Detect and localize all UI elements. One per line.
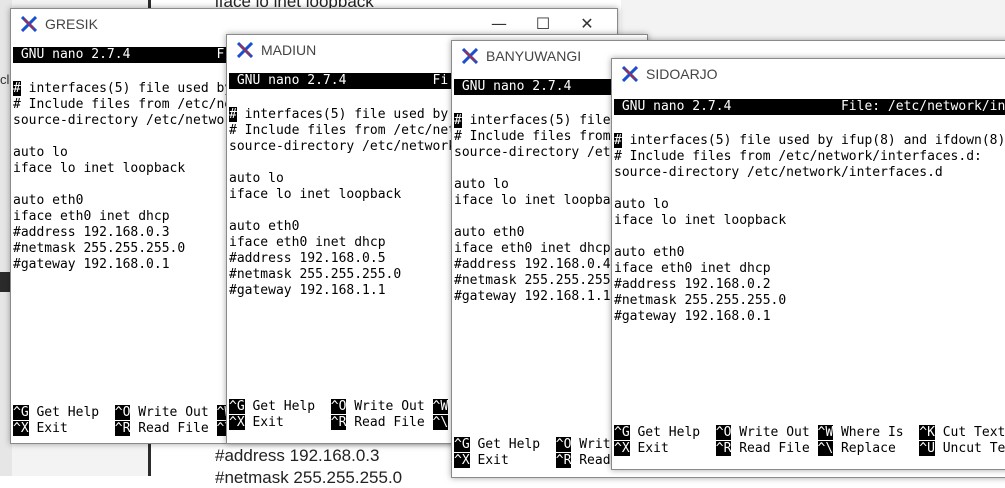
shortcut-bar: ^G Get Help ^O Write Out ^W Where Is ^K … xyxy=(614,425,1005,457)
editor-line: #netmask 255.255.255.0 xyxy=(614,293,787,308)
shortcut-key: ^R xyxy=(715,441,732,456)
background-left-fragment: cl xyxy=(0,72,10,87)
shortcut-item[interactable]: ^G Get Help xyxy=(13,405,115,421)
editor-line: #gateway 192.168.0.1 xyxy=(614,309,771,324)
shortcut-label: Exit xyxy=(28,421,115,436)
shortcut-item[interactable]: ^R Read File xyxy=(330,415,433,431)
shortcut-row: ^G Get Help ^O Write Out ^W Where Is ^K … xyxy=(614,425,1005,441)
shortcut-key: ^G xyxy=(614,425,630,440)
shortcut-item[interactable]: ^O Write Out xyxy=(330,399,433,415)
putty-icon xyxy=(237,42,253,58)
shortcut-key: ^O xyxy=(555,437,572,452)
shortcut-key: ^X xyxy=(229,415,245,430)
editor-line: iface eth0 inet dhcp xyxy=(614,261,771,276)
shortcut-label: Write Out xyxy=(731,425,818,440)
minimize-button[interactable]: — xyxy=(477,13,521,35)
shortcut-item[interactable]: ^X Exit xyxy=(614,441,716,457)
shortcut-item[interactable]: ^X Exit xyxy=(229,415,331,431)
shortcut-key: ^W xyxy=(817,425,834,440)
shortcut-label: Where Is xyxy=(833,425,920,440)
window-title: GRESIK xyxy=(45,16,98,32)
text-cursor: # xyxy=(454,113,462,128)
shortcut-item[interactable]: ^X Exit xyxy=(454,453,556,469)
shortcut-key: ^G xyxy=(13,405,29,420)
shortcut-key: ^\ xyxy=(817,441,834,456)
editor-line: auto eth0 xyxy=(614,245,685,260)
shortcut-label: Read File xyxy=(731,441,818,456)
shortcut-label: Exit xyxy=(244,415,331,430)
shortcut-key: ^R xyxy=(114,421,131,436)
shortcut-label: Exit xyxy=(629,441,716,456)
shortcut-label: Read File xyxy=(130,421,217,436)
shortcut-key: ^R xyxy=(555,453,572,468)
text-cursor: # xyxy=(229,107,237,122)
maximize-button[interactable]: ☐ xyxy=(521,13,565,35)
window-title: MADIUN xyxy=(261,42,317,58)
shortcut-label: Exit xyxy=(469,453,556,468)
editor-line: source-directory /etc/network/interfaces… xyxy=(614,165,943,180)
shortcut-label: Uncut Text xyxy=(942,441,1005,456)
shortcut-label: Read File xyxy=(346,415,433,430)
editor-line: #address 192.168.0.2 xyxy=(614,277,771,292)
editor-line: iface lo inet loopback xyxy=(614,213,787,228)
shortcut-label: Replace xyxy=(833,441,920,456)
shortcut-item[interactable]: ^O Write xyxy=(555,437,618,453)
shortcut-key: ^X xyxy=(454,453,470,468)
shortcut-item[interactable]: ^R Read File xyxy=(114,421,217,437)
shortcut-key: ^U xyxy=(919,441,935,456)
shortcut-key: ^O xyxy=(715,425,732,440)
shortcut-key: ^O xyxy=(330,399,347,414)
shortcut-item[interactable]: ^O Write Out xyxy=(715,425,818,441)
window-title: BANYUWANGI xyxy=(486,48,582,64)
shortcut-key: ^W xyxy=(432,399,449,414)
shortcut-key: ^G xyxy=(454,437,470,452)
terminal-window-sidoarjo[interactable]: SIDOARJO GNU nano 2.7.4 File: /etc/netwo… xyxy=(611,58,1005,470)
editor-line: # interfaces(5) file used by ifup(8) and… xyxy=(614,133,1005,148)
shortcut-item[interactable]: ^U Uncut Text xyxy=(919,441,1005,457)
shortcut-label: Write Out xyxy=(346,399,433,414)
shortcut-item[interactable]: ^G Get Help xyxy=(614,425,716,441)
close-button[interactable]: ✕ xyxy=(565,13,609,35)
shortcut-item[interactable]: ^G Get Help xyxy=(229,399,331,415)
shortcut-key: ^O xyxy=(114,405,131,420)
putty-icon xyxy=(622,66,638,82)
shortcut-key: ^X xyxy=(614,441,630,456)
putty-icon xyxy=(462,48,478,64)
shortcut-key: ^R xyxy=(330,415,347,430)
background-line: #address 192.168.0.3 xyxy=(215,446,380,465)
background-line: #netmask 255.255.255.0 xyxy=(215,468,403,487)
shortcut-item[interactable]: ^X Exit xyxy=(13,421,115,437)
shortcut-label: Get Help xyxy=(28,405,115,420)
nano-header: GNU nano 2.7.4 File: /etc/network/inter xyxy=(614,99,1005,115)
shortcut-item[interactable]: ^G Get Help xyxy=(454,437,556,453)
shortcut-item[interactable]: ^O Write Out xyxy=(114,405,217,421)
shortcut-key: ^G xyxy=(229,399,245,414)
shortcut-label: Get Help xyxy=(629,425,716,440)
shortcut-item[interactable]: ^K Cut Text xyxy=(919,425,1005,441)
shortcut-key: ^K xyxy=(919,425,935,440)
putty-icon xyxy=(21,16,37,32)
shortcut-label: Cut Text xyxy=(942,425,1005,440)
title-bar[interactable]: SIDOARJO xyxy=(612,59,1005,89)
editor-line: # Include files from /etc/network/interf… xyxy=(614,149,982,164)
shortcut-key: ^\ xyxy=(432,415,449,430)
shortcut-item[interactable]: ^R Read File xyxy=(715,441,818,457)
window-title: SIDOARJO xyxy=(646,66,718,82)
shortcut-item[interactable]: ^W Where Is xyxy=(817,425,920,441)
shortcut-key: ^X xyxy=(13,421,29,436)
shortcut-label: Write Out xyxy=(130,405,217,420)
shortcut-label: Get Help xyxy=(244,399,331,414)
shortcut-row: ^X Exit ^R Read File ^\ Replace ^U Uncut… xyxy=(614,441,1005,457)
shortcut-item[interactable]: ^\ Replace xyxy=(817,441,920,457)
editor-line: auto lo xyxy=(614,197,669,212)
text-cursor: # xyxy=(614,133,622,148)
editor-text[interactable]: # interfaces(5) file used by ifup(8) and… xyxy=(614,133,1005,325)
text-cursor: # xyxy=(13,81,21,96)
shortcut-label: Get Help xyxy=(469,437,556,452)
